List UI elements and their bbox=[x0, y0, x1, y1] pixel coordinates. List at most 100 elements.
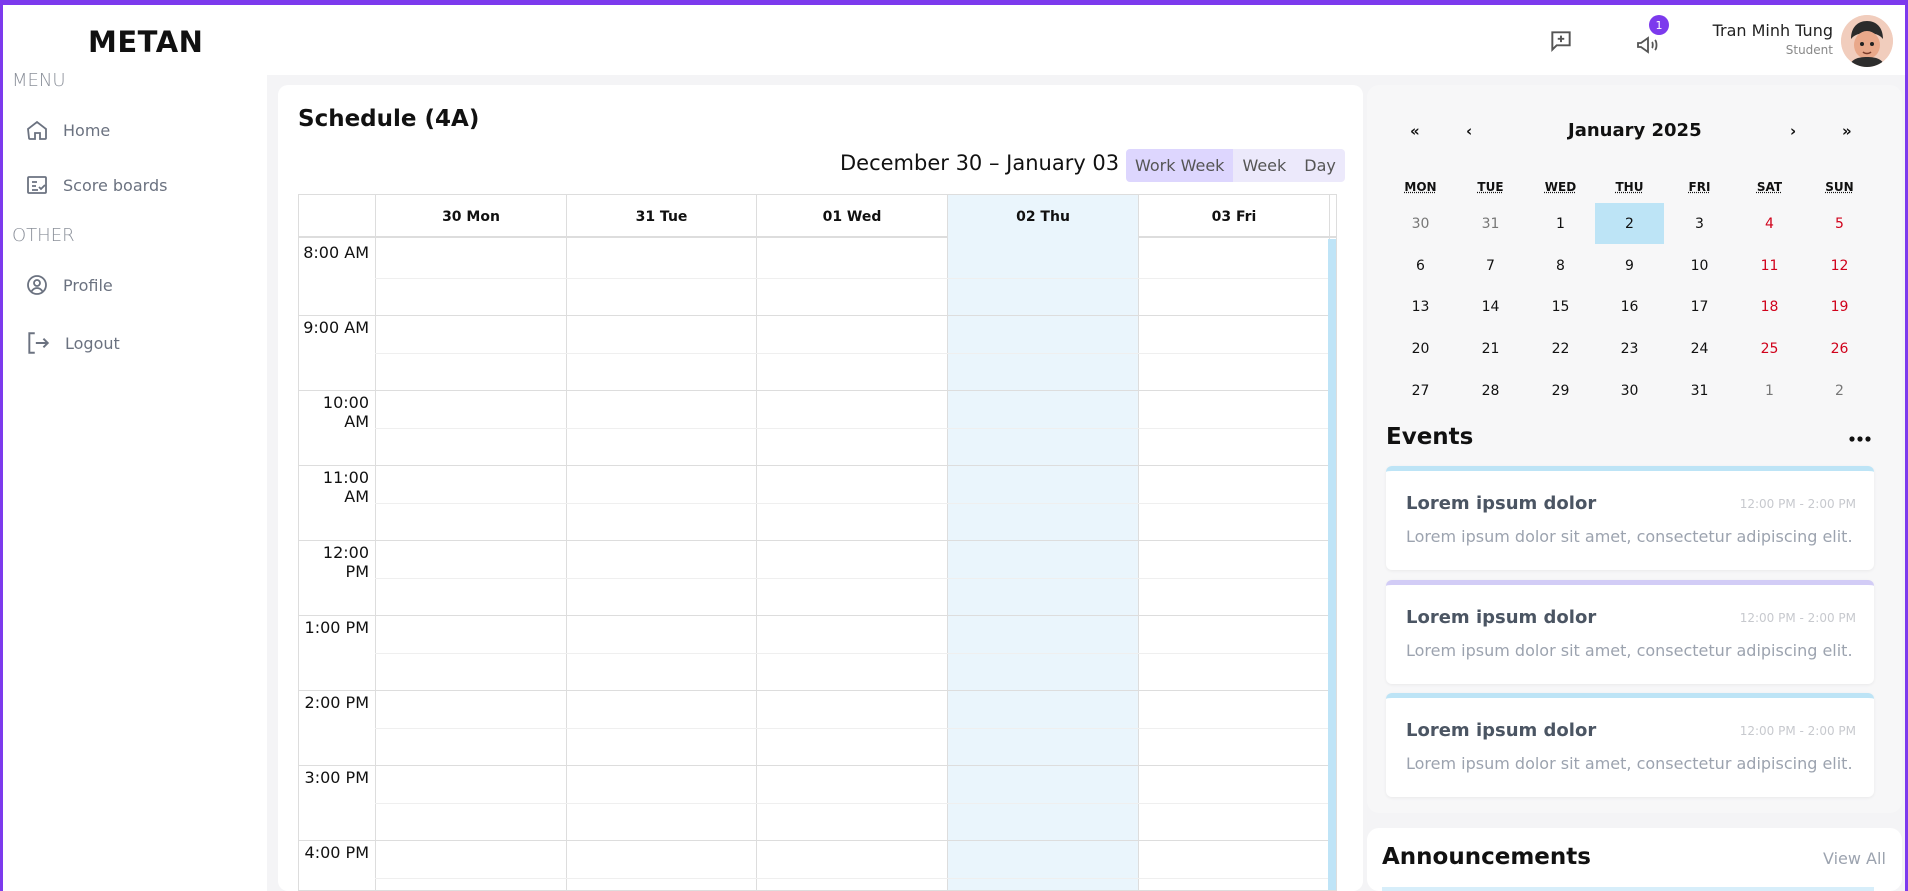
prev-month-button[interactable]: ‹ bbox=[1466, 122, 1472, 140]
sidebar-item-label: Profile bbox=[63, 275, 113, 295]
calendar-day[interactable]: 9 bbox=[1595, 245, 1664, 286]
time-slot-label: 10:00 AM bbox=[322, 393, 369, 431]
calendar-day[interactable]: 21 bbox=[1456, 328, 1525, 369]
calendar-day[interactable]: 30 bbox=[1595, 370, 1664, 411]
schedule-scrollbar[interactable] bbox=[1328, 239, 1336, 890]
hour-line bbox=[299, 465, 1329, 466]
next-year-button[interactable]: » bbox=[1842, 122, 1852, 140]
sidebar: METAN MENU Home Score boards OTHER Profi… bbox=[3, 5, 267, 891]
time-slot-label: 11:00 AM bbox=[322, 468, 369, 506]
time-slot-label: 9:00 AM bbox=[303, 318, 369, 337]
weekday-header: SUN bbox=[1825, 180, 1854, 194]
sidebar-item-home[interactable]: Home bbox=[25, 118, 110, 142]
hour-line bbox=[299, 540, 1329, 541]
calendar-day[interactable]: 3 bbox=[1665, 203, 1734, 244]
day-header: 31 Tue bbox=[566, 195, 756, 238]
calendar-day[interactable]: 31 bbox=[1665, 370, 1734, 411]
today-column-highlight bbox=[947, 195, 1138, 890]
sidebar-item-profile[interactable]: Profile bbox=[25, 273, 113, 297]
calendar-day[interactable]: 28 bbox=[1456, 370, 1525, 411]
calendar-day[interactable]: 4 bbox=[1735, 203, 1804, 244]
half-hour-line bbox=[375, 878, 1329, 879]
day-header: 03 Fri bbox=[1138, 195, 1329, 238]
sidebar-item-logout[interactable]: Logout bbox=[25, 330, 120, 356]
calendar-day[interactable]: 17 bbox=[1665, 286, 1734, 327]
calendar-day[interactable]: 29 bbox=[1526, 370, 1595, 411]
hour-line bbox=[299, 390, 1329, 391]
profile-icon bbox=[27, 275, 47, 295]
view-week-button[interactable]: Week bbox=[1233, 149, 1296, 182]
hour-line bbox=[299, 615, 1329, 616]
event-card[interactable]: Lorem ipsum dolor 12:00 PM - 2:00 PM Lor… bbox=[1386, 466, 1874, 570]
schedule-title: Schedule (4A) bbox=[298, 106, 480, 132]
event-time: 12:00 PM - 2:00 PM bbox=[1739, 724, 1856, 738]
message-button[interactable] bbox=[1545, 25, 1577, 57]
day-header: 30 Mon bbox=[375, 195, 566, 238]
calendar-day[interactable]: 19 bbox=[1805, 286, 1874, 327]
half-hour-line bbox=[375, 428, 1329, 429]
calendar-day[interactable]: 8 bbox=[1526, 245, 1595, 286]
sidebar-item-score-boards[interactable]: Score boards bbox=[25, 173, 167, 197]
weekday-header: FRI bbox=[1688, 180, 1711, 194]
half-hour-line bbox=[375, 653, 1329, 654]
calendar-day[interactable]: 22 bbox=[1526, 328, 1595, 369]
time-slot-label: 2:00 PM bbox=[304, 693, 369, 712]
day-header: 01 Wed bbox=[756, 195, 947, 238]
user-role: Student bbox=[1785, 43, 1833, 57]
time-slot-label: 1:00 PM bbox=[304, 618, 369, 637]
view-day-button[interactable]: Day bbox=[1295, 149, 1345, 182]
grid-column-line bbox=[566, 195, 567, 890]
half-hour-line bbox=[375, 278, 1329, 279]
calendar-day[interactable]: 26 bbox=[1805, 328, 1874, 369]
calendar-day[interactable]: 12 bbox=[1805, 245, 1874, 286]
more-options-icon[interactable] bbox=[1846, 430, 1874, 448]
calendar-day[interactable]: 20 bbox=[1386, 328, 1455, 369]
calendar-day[interactable]: 2 bbox=[1805, 370, 1874, 411]
calendar-day[interactable]: 14 bbox=[1456, 286, 1525, 327]
event-card[interactable]: Lorem ipsum dolor 12:00 PM - 2:00 PM Lor… bbox=[1386, 580, 1874, 684]
calendar-day-today[interactable]: 2 bbox=[1595, 203, 1664, 244]
next-month-button[interactable]: › bbox=[1790, 122, 1796, 140]
calendar-day[interactable]: 16 bbox=[1595, 286, 1664, 327]
calendar-day[interactable]: 27 bbox=[1386, 370, 1455, 411]
event-description: Lorem ipsum dolor sit amet, consectetur … bbox=[1406, 641, 1853, 660]
grid-column-line bbox=[756, 195, 757, 890]
calendar-month-title[interactable]: January 2025 bbox=[1568, 120, 1702, 141]
calendar-day[interactable]: 15 bbox=[1526, 286, 1595, 327]
prev-year-button[interactable]: « bbox=[1410, 122, 1420, 140]
schedule-grid[interactable]: 30 Mon 31 Tue 01 Wed 02 Thu 03 Fri 8:00 … bbox=[298, 194, 1337, 891]
calendar-day[interactable]: 31 bbox=[1456, 203, 1525, 244]
calendar-day[interactable]: 11 bbox=[1735, 245, 1804, 286]
calendar-day[interactable]: 30 bbox=[1386, 203, 1455, 244]
view-work-week-button[interactable]: Work Week bbox=[1126, 149, 1234, 182]
event-title: Lorem ipsum dolor bbox=[1406, 720, 1597, 741]
hour-line bbox=[299, 315, 1329, 316]
megaphone-icon bbox=[1637, 36, 1658, 54]
calendar-day[interactable]: 18 bbox=[1735, 286, 1804, 327]
time-slot-label: 4:00 PM bbox=[304, 843, 369, 862]
event-card[interactable]: Lorem ipsum dolor 12:00 PM - 2:00 PM Lor… bbox=[1386, 693, 1874, 797]
event-description: Lorem ipsum dolor sit amet, consectetur … bbox=[1406, 527, 1853, 546]
time-slot-label: 12:00 PM bbox=[322, 543, 369, 581]
avatar[interactable] bbox=[1841, 15, 1893, 67]
calendar-day[interactable]: 7 bbox=[1456, 245, 1525, 286]
announcement-item[interactable] bbox=[1382, 887, 1874, 891]
calendar-day[interactable]: 1 bbox=[1526, 203, 1595, 244]
calendar-day[interactable]: 6 bbox=[1386, 245, 1455, 286]
user-name: Tran Minh Tung bbox=[1712, 21, 1833, 40]
calendar-day[interactable]: 13 bbox=[1386, 286, 1455, 327]
weekday-header: THU bbox=[1615, 180, 1644, 194]
announcement-count-badge: 1 bbox=[1649, 15, 1669, 35]
event-time: 12:00 PM - 2:00 PM bbox=[1739, 611, 1856, 625]
calendar-day[interactable]: 5 bbox=[1805, 203, 1874, 244]
sidebar-item-label: Home bbox=[63, 120, 111, 140]
calendar-day[interactable]: 24 bbox=[1665, 328, 1734, 369]
time-slot-label: 8:00 AM bbox=[303, 243, 369, 262]
calendar-day[interactable]: 25 bbox=[1735, 328, 1804, 369]
calendar-day[interactable]: 23 bbox=[1595, 328, 1664, 369]
calendar-day[interactable]: 1 bbox=[1735, 370, 1804, 411]
grid-column-line bbox=[947, 195, 948, 890]
calendar-day[interactable]: 10 bbox=[1665, 245, 1734, 286]
app-logo[interactable]: METAN bbox=[88, 25, 203, 59]
view-all-link[interactable]: View All bbox=[1823, 849, 1886, 868]
